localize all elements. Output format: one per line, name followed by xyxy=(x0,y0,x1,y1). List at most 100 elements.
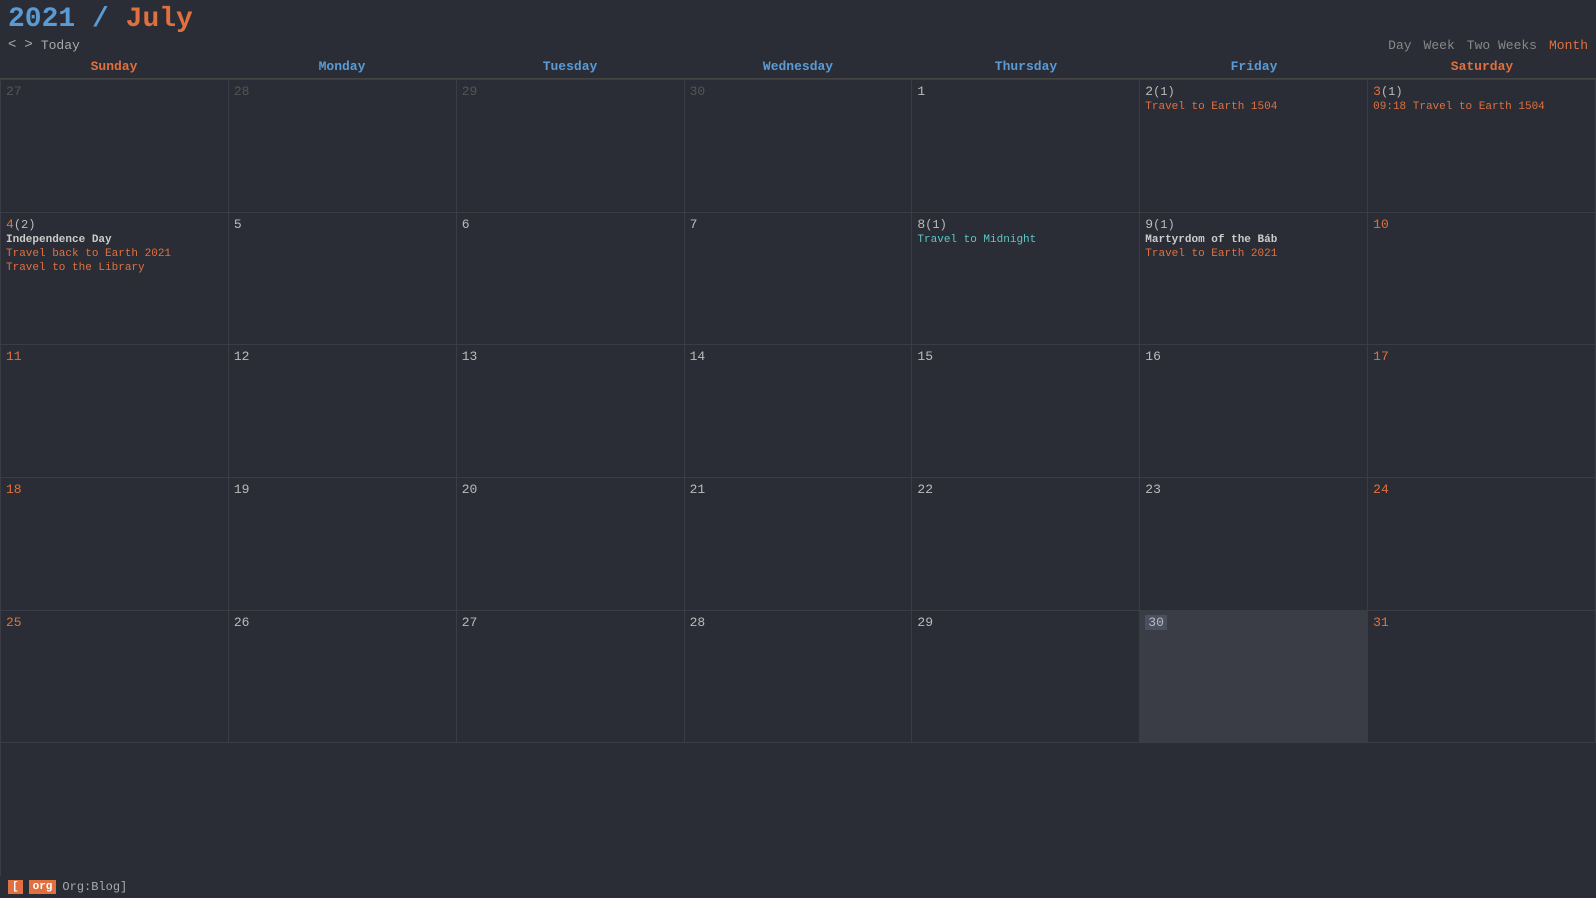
cal-cell-jul10[interactable]: 10 xyxy=(1368,213,1596,346)
day-num: 6 xyxy=(462,217,470,232)
day-num: 12 xyxy=(234,349,250,364)
day-num: 1 xyxy=(917,84,925,99)
next-button[interactable]: > xyxy=(24,37,32,53)
view-week[interactable]: Week xyxy=(1424,38,1455,53)
day-num: 5 xyxy=(234,217,242,232)
day-header-saturday: Saturday xyxy=(1368,55,1596,78)
header: 2021 / July < > Today Day Week Two Weeks… xyxy=(0,0,1596,55)
cal-cell-jul23[interactable]: 23 xyxy=(1140,478,1368,611)
event-count: (1) xyxy=(1153,218,1175,232)
cal-cell-jul7[interactable]: 7 xyxy=(685,213,913,346)
footer: [orgOrg:Blog] xyxy=(0,876,1596,898)
day-header-friday: Friday xyxy=(1140,55,1368,78)
cal-cell-jul8[interactable]: 8 (1) Travel to Midnight xyxy=(912,213,1140,346)
cal-cell-jul24[interactable]: 24 xyxy=(1368,478,1596,611)
cal-cell-jul3[interactable]: 3 (1) 09:18 Travel to Earth 1504 xyxy=(1368,80,1596,213)
calendar-grid: 27 28 29 30 1 2 (1) Travel to Earth 1504… xyxy=(0,79,1596,876)
day-num: 31 xyxy=(1373,615,1389,630)
title-separator: / xyxy=(75,4,125,35)
event-travel-earth-1504-fri[interactable]: Travel to Earth 1504 xyxy=(1145,101,1362,113)
day-num: 29 xyxy=(917,615,933,630)
event-travel-earth-1504-sat[interactable]: 09:18 Travel to Earth 1504 xyxy=(1373,101,1590,113)
day-num: 13 xyxy=(462,349,478,364)
day-num: 29 xyxy=(462,84,478,99)
event-independence-day[interactable]: Independence Day xyxy=(6,234,223,246)
cal-cell-jul20[interactable]: 20 xyxy=(457,478,685,611)
view-day[interactable]: Day xyxy=(1388,38,1411,53)
cal-cell-jul2[interactable]: 2 (1) Travel to Earth 1504 xyxy=(1140,80,1368,213)
day-num: 28 xyxy=(234,84,250,99)
day-num: 27 xyxy=(6,84,22,99)
event-travel-earth-2021[interactable]: Travel to Earth 2021 xyxy=(1145,248,1362,260)
cal-cell-jun28[interactable]: 28 xyxy=(229,80,457,213)
cal-cell-jul11[interactable]: 11 xyxy=(1,345,229,478)
prev-button[interactable]: < xyxy=(8,37,16,53)
nav-row: < > Today Day Week Two Weeks Month xyxy=(8,37,1588,53)
cal-cell-jun29[interactable]: 29 xyxy=(457,80,685,213)
cal-cell-jul17[interactable]: 17 xyxy=(1368,345,1596,478)
view-two-weeks[interactable]: Two Weeks xyxy=(1467,38,1537,53)
footer-tag-label: org xyxy=(29,880,57,894)
cal-cell-jul19[interactable]: 19 xyxy=(229,478,457,611)
day-num: 11 xyxy=(6,349,22,364)
cal-cell-jul16[interactable]: 16 xyxy=(1140,345,1368,478)
day-num: 21 xyxy=(690,482,706,497)
day-header-sunday: Sunday xyxy=(0,55,228,78)
title-month: July xyxy=(126,4,193,35)
event-count: (1) xyxy=(925,218,947,232)
cal-cell-jul30-today[interactable]: 30 xyxy=(1140,611,1368,744)
cal-cell-jul6[interactable]: 6 xyxy=(457,213,685,346)
view-month[interactable]: Month xyxy=(1549,38,1588,53)
cal-cell-jul27b[interactable]: 27 xyxy=(457,611,685,744)
event-count: (1) xyxy=(1153,85,1175,99)
day-num: 30 xyxy=(690,84,706,99)
cal-cell-jul22[interactable]: 22 xyxy=(912,478,1140,611)
cal-cell-jul28[interactable]: 28 xyxy=(685,611,913,744)
day-num: 7 xyxy=(690,217,698,232)
day-num-today: 30 xyxy=(1145,615,1167,630)
event-travel-library[interactable]: Travel to the Library xyxy=(6,262,223,274)
cal-cell-jul4[interactable]: 4 (2) Independence Day Travel back to Ea… xyxy=(1,213,229,346)
day-num: 26 xyxy=(234,615,250,630)
day-header-monday: Monday xyxy=(228,55,456,78)
day-num: 20 xyxy=(462,482,478,497)
day-num: 19 xyxy=(234,482,250,497)
event-martyrdom[interactable]: Martyrdom of the Báb xyxy=(1145,234,1362,246)
day-num: 22 xyxy=(917,482,933,497)
footer-label: Org:Blog] xyxy=(62,880,127,894)
event-travel-back-earth[interactable]: Travel back to Earth 2021 xyxy=(6,248,223,260)
day-num: 3 xyxy=(1373,84,1381,99)
cal-cell-jun30[interactable]: 30 xyxy=(685,80,913,213)
cal-cell-jul29[interactable]: 29 xyxy=(912,611,1140,744)
day-num: 18 xyxy=(6,482,22,497)
view-buttons: Day Week Two Weeks Month xyxy=(1388,38,1588,53)
today-button[interactable]: Today xyxy=(41,38,80,53)
cal-cell-jul26[interactable]: 26 xyxy=(229,611,457,744)
day-headers: Sunday Monday Tuesday Wednesday Thursday… xyxy=(0,55,1596,79)
cal-cell-jul9[interactable]: 9 (1) Martyrdom of the Báb Travel to Ear… xyxy=(1140,213,1368,346)
cal-cell-jul12[interactable]: 12 xyxy=(229,345,457,478)
day-num: 24 xyxy=(1373,482,1389,497)
cal-cell-jul1[interactable]: 1 xyxy=(912,80,1140,213)
day-num: 28 xyxy=(690,615,706,630)
event-travel-midnight[interactable]: Travel to Midnight xyxy=(917,234,1134,246)
day-num: 4 xyxy=(6,217,14,232)
day-num: 23 xyxy=(1145,482,1161,497)
cal-cell-jul5[interactable]: 5 xyxy=(229,213,457,346)
cal-cell-jul18[interactable]: 18 xyxy=(1,478,229,611)
cal-cell-jul15[interactable]: 15 xyxy=(912,345,1140,478)
day-num: 10 xyxy=(1373,217,1389,232)
cal-cell-jul14[interactable]: 14 xyxy=(685,345,913,478)
event-count: (2) xyxy=(14,218,36,232)
cal-cell-jul13[interactable]: 13 xyxy=(457,345,685,478)
day-header-thursday: Thursday xyxy=(912,55,1140,78)
cal-cell-jul31[interactable]: 31 xyxy=(1368,611,1596,744)
day-header-tuesday: Tuesday xyxy=(456,55,684,78)
cal-cell-jul25[interactable]: 25 xyxy=(1,611,229,744)
day-num: 2 xyxy=(1145,84,1153,99)
cal-cell-jun27[interactable]: 27 xyxy=(1,80,229,213)
day-num: 17 xyxy=(1373,349,1389,364)
cal-cell-jul21[interactable]: 21 xyxy=(685,478,913,611)
page-title: 2021 / July xyxy=(8,4,193,35)
day-num: 14 xyxy=(690,349,706,364)
